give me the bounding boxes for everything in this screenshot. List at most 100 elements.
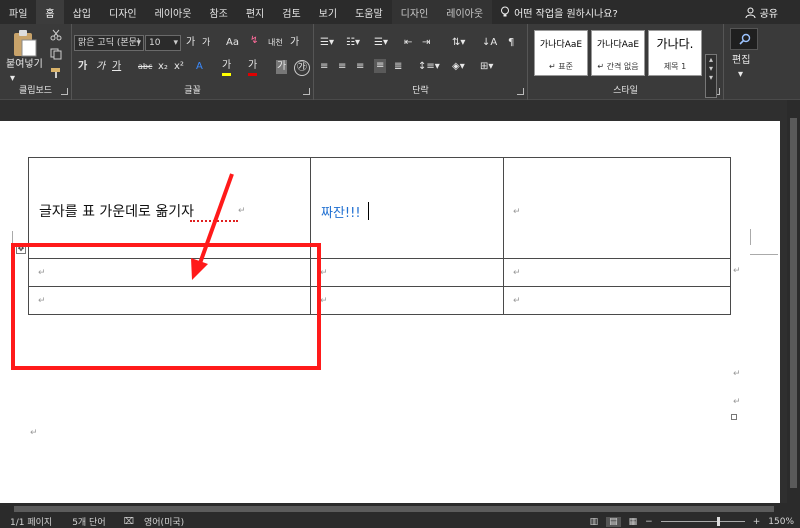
editing-label: 편집 <box>732 55 751 66</box>
tab-insert[interactable]: 삽입 <box>64 0 100 24</box>
horizontal-scroll-thumb[interactable] <box>14 506 774 512</box>
align-right-icon[interactable]: ≡ <box>356 60 364 74</box>
style-normal[interactable]: 가나다AaE ↵ 표준 <box>534 30 588 76</box>
tab-references[interactable]: 참조 <box>200 0 236 24</box>
grow-font-button[interactable]: 가 <box>186 36 195 50</box>
editing-button[interactable] <box>730 28 758 50</box>
paragraph-label: 단락 <box>412 86 429 96</box>
word-count[interactable]: 5개 단어 <box>72 515 105 528</box>
row-end-mark: ↵ <box>733 397 741 407</box>
table-resize-handle[interactable] <box>731 414 737 420</box>
clipboard-launcher[interactable] <box>61 88 68 95</box>
text-cursor <box>368 202 369 220</box>
align-center-icon[interactable]: ≡ <box>338 60 346 74</box>
tell-me-search[interactable]: 어떤 작업을 원하시나요? <box>500 5 618 20</box>
copy-icon[interactable] <box>50 48 62 60</box>
sort-icon[interactable]: ↓A <box>482 36 497 50</box>
tab-layout[interactable]: 레이아웃 <box>146 0 201 24</box>
tab-review[interactable]: 검토 <box>273 0 309 24</box>
proofing-icon[interactable]: ⌧ <box>124 517 134 527</box>
person-icon <box>745 7 756 18</box>
subscript-button[interactable]: x₂ <box>158 60 168 74</box>
web-layout-icon[interactable]: ▦ <box>629 517 638 527</box>
bold-button[interactable]: 가 <box>78 60 87 74</box>
phonetic-guide-button[interactable]: 내천 <box>268 36 283 50</box>
text-effects-icon[interactable]: A <box>196 60 203 74</box>
table-cell[interactable]: ↵ <box>503 157 731 259</box>
zoom-slider-thumb[interactable] <box>716 517 720 526</box>
style-no-spacing[interactable]: 가나다AaE ↵ 간격 없음 <box>591 30 645 76</box>
paragraph-launcher[interactable] <box>517 88 524 95</box>
cut-icon[interactable] <box>50 29 62 41</box>
justify-icon[interactable]: ≡ <box>374 59 387 73</box>
share-button[interactable]: 공유 <box>745 0 778 24</box>
margin-mark-right-h <box>750 254 778 255</box>
tab-table-layout[interactable]: 레이아웃 <box>437 0 493 24</box>
format-painter-icon[interactable] <box>50 67 62 79</box>
font-size-select[interactable]: 10 <box>145 35 181 51</box>
table-cell[interactable]: ↵ <box>310 258 504 287</box>
font-color-button[interactable]: 가 <box>248 59 258 76</box>
table-cell[interactable]: ↵ <box>503 286 731 315</box>
underline-button[interactable]: 가 <box>112 60 121 74</box>
char-border-button[interactable]: ㉮ <box>294 60 310 76</box>
line-spacing-dist-icon[interactable]: ⇅▾ <box>452 36 465 50</box>
editing-dropdown[interactable]: ▾ <box>738 68 743 82</box>
char-shading-button[interactable]: 가 <box>276 60 288 74</box>
styles-scroll[interactable]: ▴ ▾ ▾ <box>705 54 717 98</box>
superscript-button[interactable]: x² <box>174 60 184 74</box>
paste-icon[interactable] <box>12 28 38 58</box>
decrease-indent-icon[interactable]: ⇤ <box>404 36 412 50</box>
strikethrough-button[interactable]: abc <box>138 60 152 74</box>
numbering-icon[interactable]: ☷▾ <box>346 36 360 50</box>
table-cell[interactable]: ↵ <box>310 286 504 315</box>
cell-end-mark: ↵ <box>513 296 521 306</box>
borders-icon[interactable]: ⊞▾ <box>480 60 493 74</box>
paste-button[interactable]: 붙여넣기 <box>6 58 43 72</box>
distributed-icon[interactable]: ≣ <box>394 60 402 74</box>
font-label: 글꼴 <box>184 86 201 96</box>
shading-icon[interactable]: ◈▾ <box>452 60 465 74</box>
tab-table-design[interactable]: 디자인 <box>391 0 438 24</box>
multilevel-list-icon[interactable]: ☰▾ <box>374 36 388 50</box>
italic-button[interactable]: 가 <box>96 60 105 74</box>
print-layout-icon[interactable]: ▤ <box>606 516 621 527</box>
row-end-mark: ↵ <box>733 266 741 276</box>
line-spacing-icon[interactable]: ↕≡▾ <box>418 60 440 74</box>
zoom-slider[interactable] <box>660 517 745 526</box>
tab-design[interactable]: 디자인 <box>100 0 146 24</box>
show-marks-icon[interactable]: ¶ <box>508 36 514 50</box>
tab-home[interactable]: 홈 <box>36 0 64 24</box>
tab-help[interactable]: 도움말 <box>346 0 392 24</box>
highlight-button[interactable]: 가 <box>222 59 232 76</box>
style-preview: 가나다AaE <box>539 40 583 50</box>
table-cell[interactable]: ↵ <box>503 258 731 287</box>
change-case-button[interactable]: Aa <box>226 36 239 50</box>
bullets-icon[interactable]: ☰▾ <box>320 36 334 50</box>
table-cell[interactable]: 짜잔!!! <box>310 157 504 259</box>
language-status[interactable]: 영어(미국) <box>144 515 184 528</box>
lightbulb-icon <box>501 6 510 17</box>
vertical-scroll-thumb[interactable] <box>790 118 797 488</box>
zoom-level[interactable]: 150% <box>768 517 794 527</box>
align-left-icon[interactable]: ≡ <box>320 60 328 74</box>
styles-group: 가나다AaE ↵ 표준 가나다AaE ↵ 간격 없음 가나다. 제목 1 스타일 <box>528 24 724 100</box>
tab-view[interactable]: 보기 <box>310 0 346 24</box>
read-mode-icon[interactable]: ▥ <box>590 517 599 527</box>
page-count[interactable]: 1/1 페이지 <box>10 515 52 528</box>
zoom-out-icon[interactable]: − <box>645 517 653 527</box>
style-heading-1[interactable]: 가나다. 제목 1 <box>648 30 702 76</box>
style-preview: 가나다. <box>656 37 694 51</box>
font-family-select[interactable]: 맑은 고딕 (본문) <box>74 35 144 51</box>
zoom-in-icon[interactable]: + <box>753 517 761 527</box>
tab-mailings[interactable]: 편지 <box>237 0 273 24</box>
enclosed-char-button[interactable]: 가 <box>290 36 299 50</box>
row-end-mark: ↵ <box>733 369 741 379</box>
font-launcher[interactable] <box>303 88 310 95</box>
margin-mark-left <box>12 231 13 243</box>
status-bar: 1/1 페이지 5개 단어 ⌧ 영어(미국) ▥ ▤ ▦ − + 150% <box>0 515 800 528</box>
tab-file[interactable]: 파일 <box>0 0 36 24</box>
increase-indent-icon[interactable]: ⇥ <box>422 36 430 50</box>
clear-format-icon[interactable]: ↯ <box>250 34 258 48</box>
shrink-font-button[interactable]: 가 <box>202 36 210 50</box>
